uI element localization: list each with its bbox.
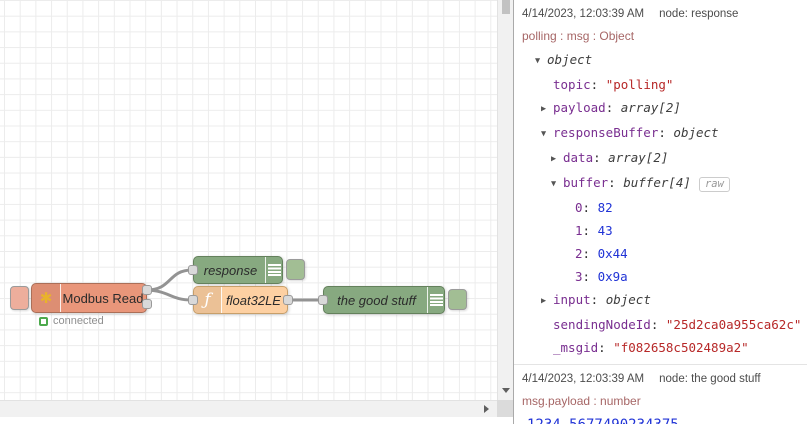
tree-row[interactable]: ▶ data: array[2]	[522, 146, 799, 171]
node-label: float32LE	[226, 292, 281, 308]
scrollbar-corner	[497, 400, 513, 417]
wire-modbus-to-response[interactable]	[145, 268, 194, 292]
horizontal-scrollbar[interactable]	[0, 400, 497, 417]
debug-icon	[427, 287, 444, 313]
modbus-output-port-1[interactable]	[142, 285, 152, 295]
node-response[interactable]: response	[193, 256, 283, 284]
flow-canvas[interactable]: ✱ Modbus Read connected response ƒ float…	[0, 0, 497, 400]
node-float32le[interactable]: ƒ float32LE	[193, 286, 288, 314]
expand-toggle-icon[interactable]: ▼	[551, 173, 563, 196]
node-label: the good stuff	[337, 292, 416, 308]
expand-toggle-icon[interactable]: ▶	[541, 290, 553, 313]
payload-number-value: 1234.5677490234375	[522, 408, 799, 424]
modbus-output-port-2[interactable]	[142, 299, 152, 309]
debug-sidebar[interactable]: 4/14/2023, 12:03:39 AM node: response pol…	[513, 0, 807, 424]
tree-row: sendingNodeId: "25d2ca0a955ca62c"	[553, 317, 802, 332]
modbus-icon: ✱	[32, 284, 61, 312]
tree-row[interactable]: ▶ payload: array[2]	[522, 96, 799, 121]
goodstuff-toggle-button[interactable]	[448, 289, 467, 310]
debug-message: 4/14/2023, 12:03:39 AM node: response pol…	[514, 0, 807, 365]
tree-row: topic: "polling"	[553, 77, 674, 92]
wires-layer	[145, 268, 324, 302]
debug-icon	[265, 257, 282, 283]
float32-output-port[interactable]	[283, 295, 293, 305]
scroll-down-arrow-icon[interactable]	[502, 388, 510, 393]
function-icon: ƒ	[194, 287, 222, 313]
message-path: msg.payload : number	[522, 394, 641, 408]
function-f-icon: ƒ	[204, 290, 211, 310]
debug-bars-icon	[429, 293, 443, 307]
scroll-right-arrow-icon[interactable]	[484, 405, 489, 413]
tree-row: 2: 0x44	[575, 246, 628, 261]
node-modbus-read[interactable]: ✱ Modbus Read	[31, 283, 147, 313]
debug-bars-icon	[267, 263, 281, 277]
expand-toggle-icon[interactable]: ▶	[551, 148, 563, 171]
raw-button[interactable]: raw	[698, 177, 730, 192]
tree-row[interactable]: ▶ input: object	[522, 288, 799, 313]
tree-row[interactable]: ▼ buffer: buffer[4] raw	[522, 171, 799, 196]
response-input-port[interactable]	[188, 265, 198, 275]
vertical-scrollbar[interactable]	[497, 0, 513, 400]
float32-input-port[interactable]	[188, 295, 198, 305]
object-tree: ▼ object topic: "polling" ▶ payload: array…	[522, 48, 802, 359]
modbus-node-button[interactable]	[10, 286, 29, 310]
asterisk-icon: ✱	[39, 290, 53, 307]
tree-row: 0: 82	[575, 200, 613, 215]
source-node-label: node: response	[659, 8, 739, 20]
vertical-scrollbar-thumb[interactable]	[502, 0, 510, 14]
wire-modbus-to-float32[interactable]	[145, 288, 194, 302]
status-ring-icon	[39, 316, 48, 326]
expand-toggle-icon[interactable]: ▶	[541, 98, 553, 121]
timestamp: 4/14/2023, 12:03:39 AM	[522, 373, 645, 385]
node-label: Modbus Read	[62, 290, 144, 306]
goodstuff-input-port[interactable]	[318, 295, 328, 305]
debug-message-meta: 4/14/2023, 12:03:39 AM node: response	[522, 8, 799, 20]
timestamp: 4/14/2023, 12:03:39 AM	[522, 8, 645, 20]
source-node-label: node: the good stuff	[659, 373, 761, 385]
expand-toggle-icon[interactable]: ▼	[535, 50, 547, 73]
debug-message: 4/14/2023, 12:03:39 AM node: the good stu…	[514, 365, 807, 424]
node-label: response	[203, 262, 258, 278]
node-red-window: ✱ Modbus Read connected response ƒ float…	[0, 0, 807, 424]
tree-row: 3: 0x9a	[575, 269, 628, 284]
response-toggle-button[interactable]	[286, 259, 305, 280]
status-label: connected	[53, 315, 104, 327]
debug-message-meta: 4/14/2023, 12:03:39 AM node: the good stu…	[522, 373, 799, 385]
expand-toggle-icon[interactable]: ▼	[541, 123, 553, 146]
node-the-good-stuff[interactable]: the good stuff	[323, 286, 445, 314]
modbus-status: connected	[39, 315, 104, 327]
tree-row: 1: 43	[575, 223, 613, 238]
tree-row[interactable]: ▼ responseBuffer: object	[522, 121, 799, 146]
message-path: polling : msg : Object	[522, 29, 635, 43]
tree-row[interactable]: ▼ object	[522, 48, 799, 73]
tree-row: _msgid: "f082658c502489a2"	[553, 340, 749, 355]
